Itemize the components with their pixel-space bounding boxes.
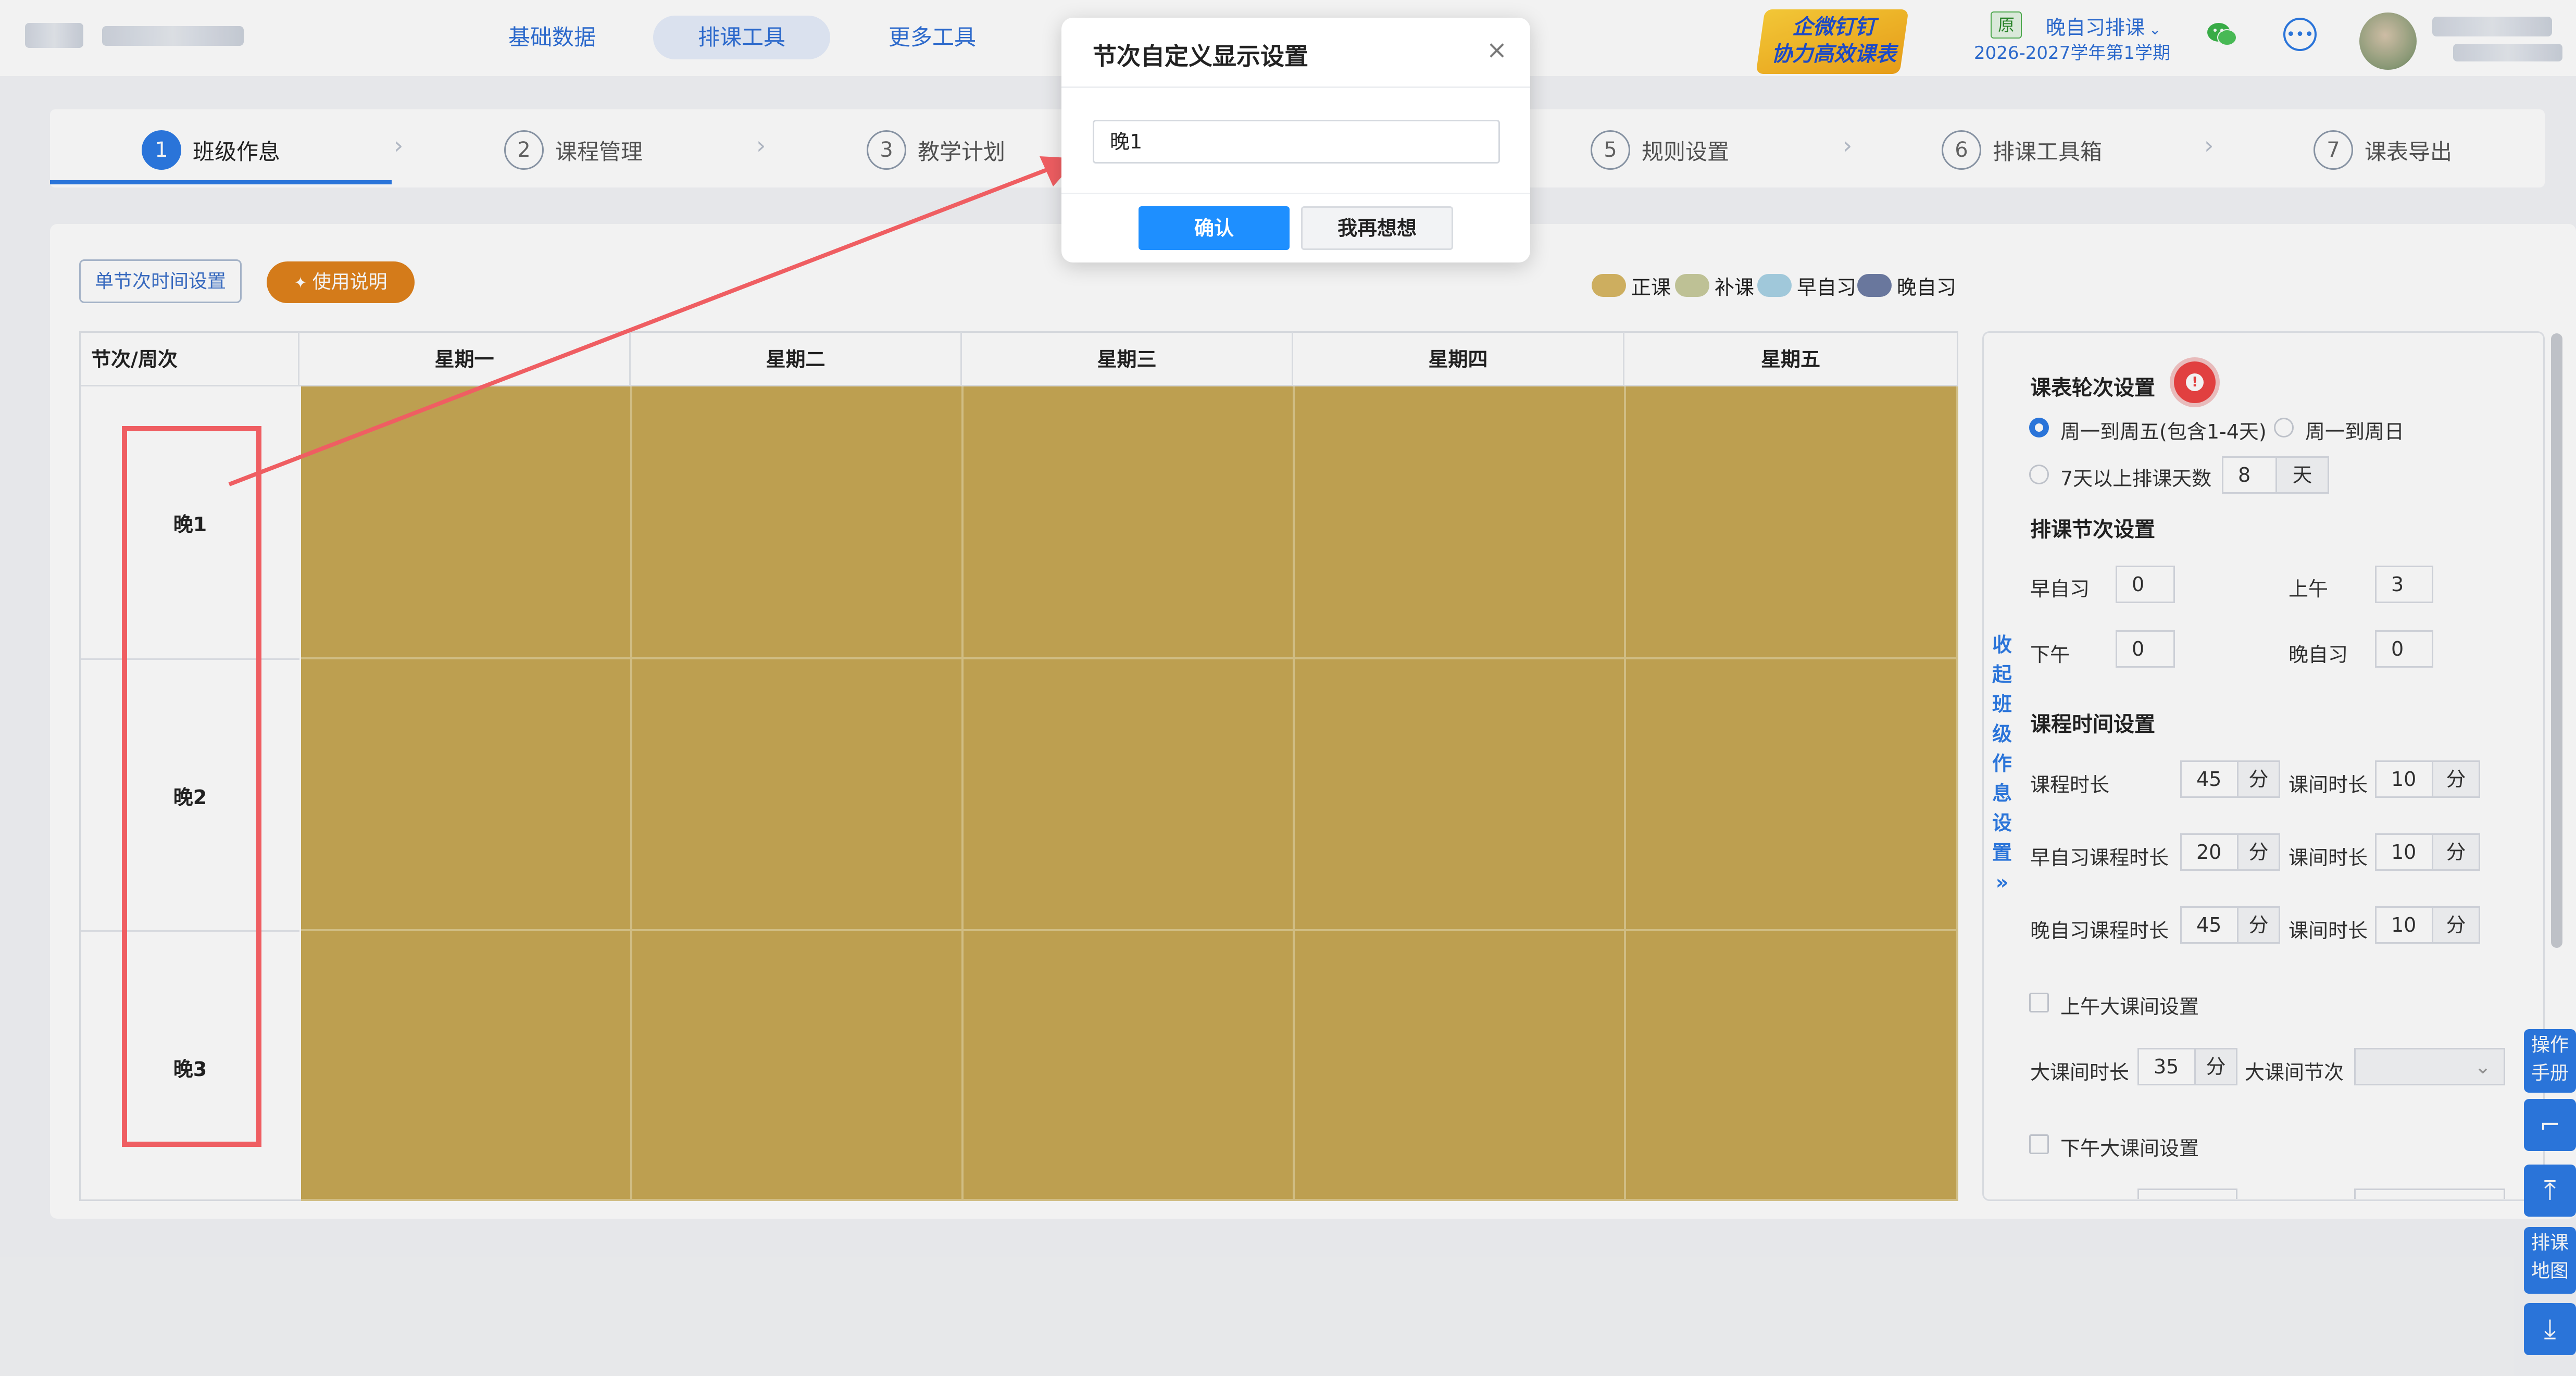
confirm-button[interactable]: 确认: [1139, 206, 1290, 250]
cancel-button[interactable]: 我再想想: [1301, 206, 1453, 250]
divider: [1061, 86, 1530, 88]
period-name-input[interactable]: 晚1: [1093, 120, 1500, 164]
period-display-settings-dialog: 节次自定义显示设置 × 晚1 确认 我再想想: [1061, 18, 1530, 262]
close-icon[interactable]: ×: [1480, 33, 1514, 67]
dialog-title: 节次自定义显示设置: [1093, 42, 1308, 70]
divider: [1061, 193, 1530, 194]
